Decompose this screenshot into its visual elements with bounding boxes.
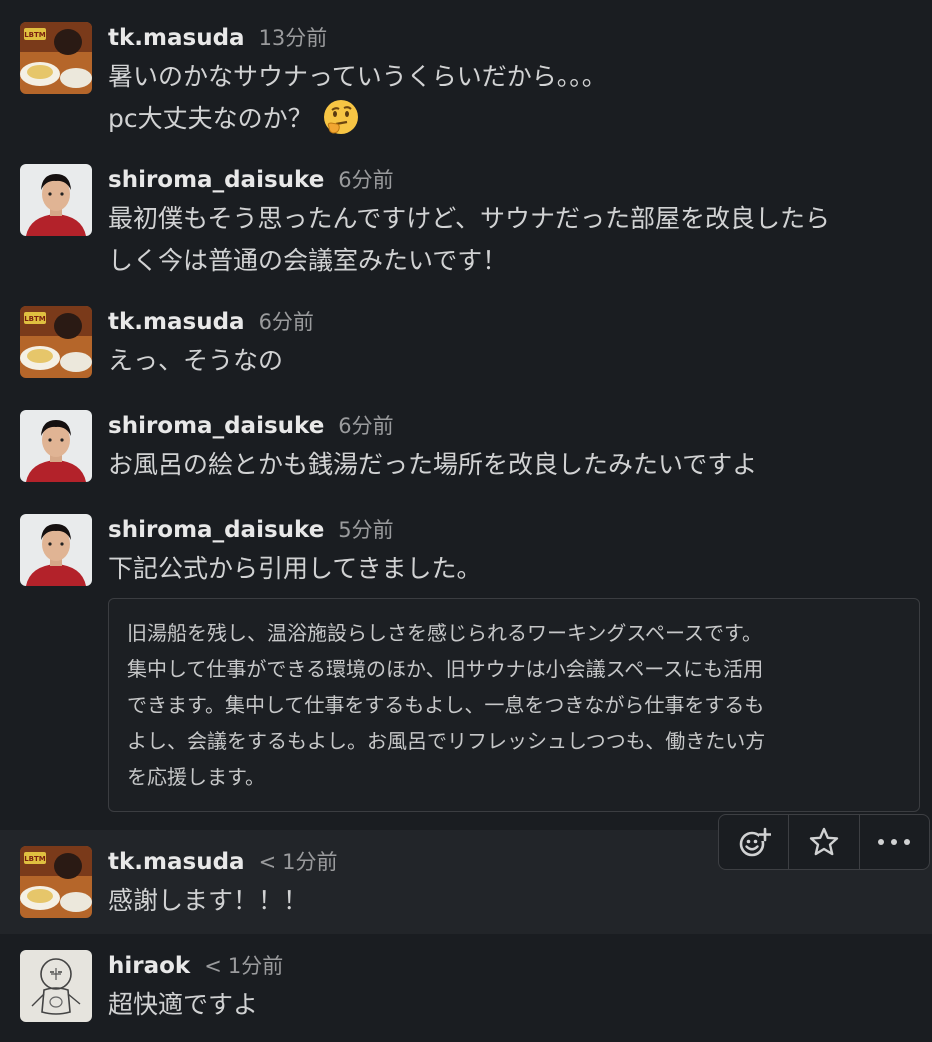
author-name[interactable]: shiroma_daisuke	[108, 517, 324, 543]
svg-text:LBTM: LBTM	[24, 31, 46, 39]
message[interactable]: shiroma_daisuke 6分前 お風呂の絵とかも銭湯だった場所を改良した…	[0, 410, 932, 490]
avatar-tk-masuda[interactable]: LBTM	[20, 306, 92, 378]
message-text: お風呂の絵とかも銭湯だった場所を改良したみたいですよ	[108, 444, 757, 486]
message-line: お風呂の絵とかも銭湯だった場所を改良したみたいですよ	[108, 450, 758, 479]
message-header: shiroma_daisuke 6分前	[108, 164, 394, 198]
avatar-shiroma-daisuke[interactable]	[20, 164, 92, 236]
timestamp-value: 1分前	[227, 954, 284, 978]
add-reaction-icon	[739, 827, 771, 857]
more-actions-button[interactable]	[858, 815, 929, 869]
message-header: tk.masuda 13分前	[108, 22, 327, 56]
avatar-shiroma-daisuke[interactable]	[20, 410, 92, 482]
message-text: えっ、そうなの	[108, 340, 283, 382]
message-line: 超快適ですよ	[108, 990, 259, 1019]
message[interactable]: LBTM tk.masuda 6分前 えっ、そうなの	[0, 306, 932, 386]
message-text: 超快適ですよ	[108, 984, 258, 1026]
timestamp[interactable]: 6分前	[338, 164, 393, 194]
message-line: しく今は普通の会議室みたいです！	[108, 246, 508, 275]
message-line: 下記公式から引用してきました。	[108, 554, 482, 583]
avatar-tk-masuda[interactable]: LBTM	[20, 22, 92, 94]
author-name[interactable]: tk.masuda	[108, 309, 245, 335]
message-line: 暑いのかなサウナっていうくらいだから。。。	[108, 62, 607, 91]
message[interactable]: shiroma_daisuke 6分前 最初僕もそう思ったんですけど、サウナだっ…	[0, 164, 932, 284]
message-header: tk.masuda <1分前	[108, 846, 338, 880]
author-name[interactable]: shiroma_daisuke	[108, 167, 324, 193]
timestamp[interactable]: <1分前	[259, 846, 338, 876]
message-text: 最初僕もそう思ったんですけど、サウナだった部屋を改良したら しく今は普通の会議室…	[108, 198, 830, 282]
message-text: 感謝します！！！	[108, 880, 308, 922]
message-line: えっ、そうなの	[108, 346, 284, 375]
author-name[interactable]: shiroma_daisuke	[108, 413, 324, 439]
timestamp-value: 1分前	[282, 850, 338, 874]
star-icon	[809, 827, 839, 856]
message-header: tk.masuda 6分前	[108, 306, 314, 340]
message-line-with-emoji: pc大丈夫なのか？	[108, 98, 607, 140]
avatar-hiraok[interactable]	[20, 950, 92, 1022]
message-line: 最初僕もそう思ったんですけど、サウナだった部屋を改良したら	[108, 204, 831, 233]
timestamp-prefix: <	[204, 954, 222, 978]
more-actions-icon	[878, 839, 911, 845]
quote-line: 旧湯船を残し、温浴施設らしさを感じられるワーキングスペースです。	[127, 621, 762, 645]
quote-line: よし、会議をするもよし。お風呂でリフレッシュしつつも、働きたい方	[127, 729, 766, 753]
author-name[interactable]: hiraok	[108, 953, 190, 979]
quote-line: を応援します。	[127, 765, 265, 789]
message-header: shiroma_daisuke 6分前	[108, 410, 394, 444]
add-reaction-button[interactable]	[719, 815, 788, 869]
save-star-button[interactable]	[788, 815, 858, 869]
thinking-face-icon	[321, 97, 361, 137]
quote-line: できます。集中して仕事をするもよし、一息をつきながら仕事をするも	[127, 693, 765, 717]
timestamp[interactable]: <1分前	[204, 950, 283, 980]
message-line: pc大丈夫なのか？	[108, 104, 313, 133]
avatar-shiroma-daisuke[interactable]	[20, 514, 92, 586]
timestamp[interactable]: 6分前	[338, 410, 393, 440]
avatar-tk-masuda[interactable]: LBTM	[20, 846, 92, 918]
svg-text:LBTM: LBTM	[24, 315, 46, 323]
timestamp[interactable]: 5分前	[338, 514, 393, 544]
quoted-attachment: 旧湯船を残し、温浴施設らしさを感じられるワーキングスペースです。 集中して仕事が…	[108, 598, 920, 812]
message[interactable]: hiraok <1分前 超快適ですよ	[0, 950, 932, 1030]
svg-text:LBTM: LBTM	[24, 855, 46, 863]
message-actions-toolbar	[718, 814, 930, 870]
author-name[interactable]: tk.masuda	[108, 849, 245, 875]
timestamp[interactable]: 6分前	[259, 306, 314, 336]
message[interactable]: LBTM tk.masuda 13分前 暑いのかなサウナっていうくらいだから。。…	[0, 22, 932, 142]
message-header: hiraok <1分前	[108, 950, 283, 984]
message-line: 感謝します！！！	[108, 886, 309, 915]
message-text: 暑いのかなサウナっていうくらいだから。。。 pc大丈夫なのか？	[108, 56, 607, 140]
timestamp[interactable]: 13分前	[259, 22, 328, 52]
message-header: shiroma_daisuke 5分前	[108, 514, 394, 548]
timestamp-prefix: <	[258, 850, 277, 874]
author-name[interactable]: tk.masuda	[108, 25, 245, 51]
quote-line: 集中して仕事ができる環境のほか、旧サウナは小会議スペースにも活用	[127, 657, 764, 681]
message-text: 下記公式から引用してきました。	[108, 548, 482, 590]
